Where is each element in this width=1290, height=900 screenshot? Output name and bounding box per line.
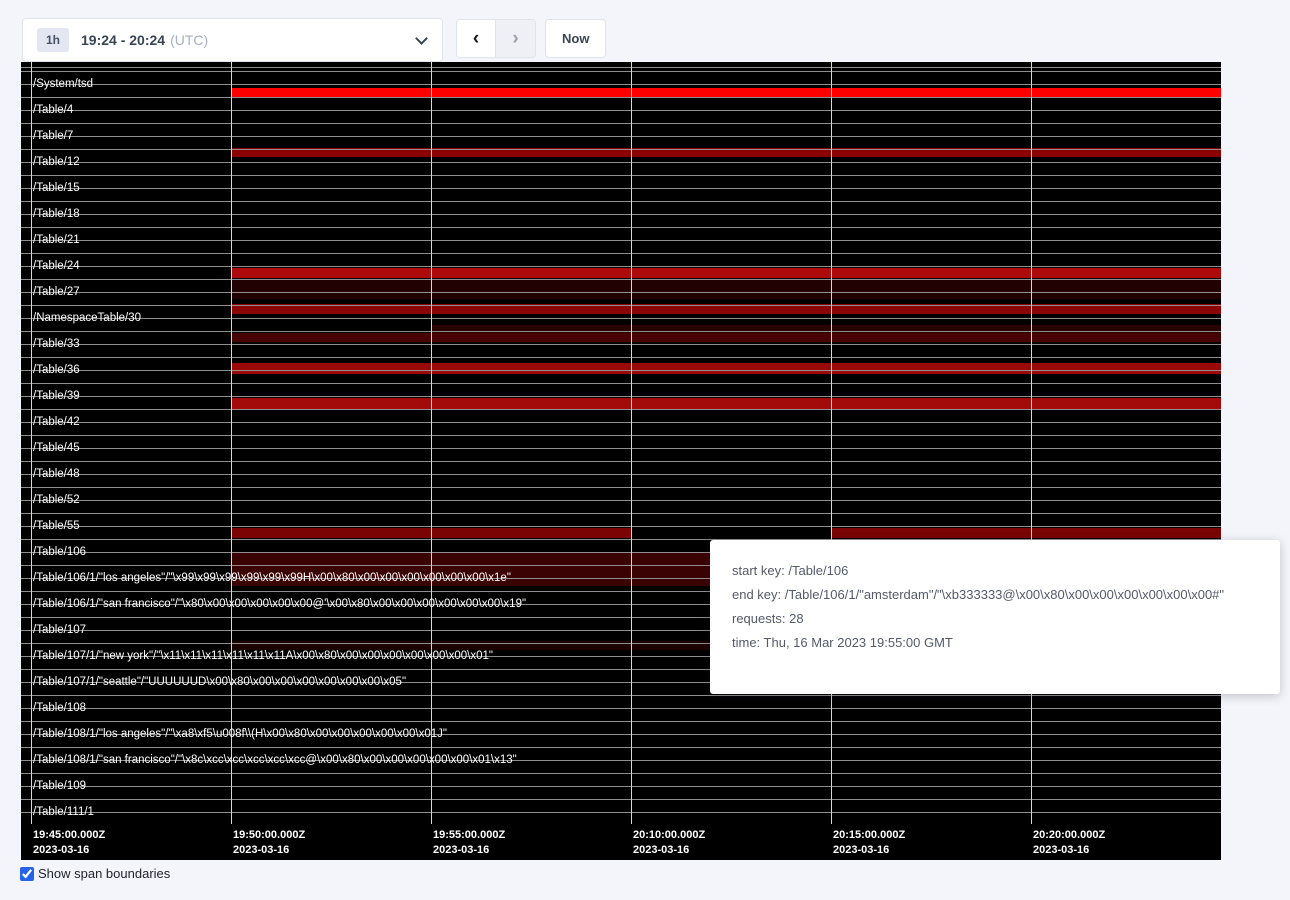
prev-time-button[interactable]: ‹ [457,20,496,57]
time-gridline [231,62,232,824]
hot-band [231,363,1221,374]
key-span-label: /Table/21 [33,233,80,247]
key-span-label: /Table/48 [33,467,80,481]
key-visualizer-heatmap[interactable]: /System/tsd/Table/4/Table/7/Table/12/Tab… [21,62,1221,860]
key-span-label: /Table/107/1/"seattle"/"UUUUUUD\x00\x80\… [33,675,406,689]
key-span-label: /NamespaceTable/30 [33,311,141,325]
tooltip-text-line: time: Thu, 16 Mar 2023 19:55:00 GMT [732,635,1258,650]
time-range-select[interactable]: 1h 19:24 - 20:24 (UTC) [22,18,443,62]
hot-band [231,333,1221,342]
key-span-label: /Table/106/1/"los angeles"/"\x99\x99\x99… [33,571,511,585]
key-span-label: /Table/4 [33,103,73,117]
key-span-label: /Table/107/1/"new york"/"\x11\x11\x11\x1… [33,649,493,663]
show-span-boundaries-checkbox[interactable] [20,867,34,881]
key-span-label: /Table/15 [33,181,80,195]
key-span-label: /Table/39 [33,389,80,403]
hot-band [231,268,1221,278]
time-gridline [631,62,632,824]
key-span-label: /Table/108/1/"san francisco"/"\x8c\xcc\x… [33,753,517,767]
hot-band [431,325,1221,333]
key-span-label: /Table/27 [33,285,80,299]
key-span-label: /Table/52 [33,493,80,507]
hot-band [831,528,1221,538]
now-button[interactable]: Now [545,19,606,58]
key-span-label: /Table/107 [33,623,86,637]
time-range-text: 19:24 - 20:24 [81,32,165,48]
hot-band [231,280,1221,299]
tooltip-text-line: requests: 28 [732,611,1258,626]
key-span-label: /System/tsd [33,77,93,91]
hot-band [231,304,1221,314]
key-span-label: /Table/55 [33,519,80,533]
chevron-down-icon [415,32,428,45]
time-gridline [31,62,32,824]
span-tooltip: start key: /Table/106 end key: /Table/106… [710,540,1280,694]
key-span-label: /Table/109 [33,779,86,793]
key-span-label: /Table/108/1/"los angeles"/"\xa8\xf5\u00… [33,727,447,741]
show-span-boundaries-label: Show span boundaries [38,866,170,881]
time-range-utc: (UTC) [170,32,208,48]
span-boundary-lines [21,62,1221,820]
time-tick-label: 20:20:00.000Z 2023-03-16 [1033,828,1105,858]
key-span-label: /Table/106/1/"san francisco"/"\x80\x00\x… [33,597,526,611]
time-tick-label: 19:45:00.000Z 2023-03-16 [33,828,105,858]
time-nav-group: ‹ › [456,19,536,58]
time-gridline [431,62,432,824]
key-span-label: /Table/12 [33,155,80,169]
time-range-badge: 1h [37,28,69,52]
tooltip-text-line: start key: /Table/106 [732,563,1258,578]
heatmap-plot[interactable] [21,62,1221,820]
hot-band [231,148,1221,157]
time-tick-label: 20:15:00.000Z 2023-03-16 [833,828,905,858]
show-span-boundaries-row[interactable]: Show span boundaries [20,866,170,881]
time-tick-label: 19:55:00.000Z 2023-03-16 [433,828,505,858]
key-span-label: /Table/33 [33,337,80,351]
time-gridline [1031,62,1032,824]
key-span-label: /Table/7 [33,129,73,143]
key-span-label: /Table/108 [33,701,86,715]
key-span-label: /Table/106 [33,545,86,559]
next-time-button[interactable]: › [496,20,535,57]
time-tick-label: 20:10:00.000Z 2023-03-16 [633,828,705,858]
key-span-label: /Table/24 [33,259,80,273]
key-span-label: /Table/45 [33,441,80,455]
key-span-label: /Table/36 [33,363,80,377]
tooltip-text-line: end key: /Table/106/1/"amsterdam"/"\xb33… [732,587,1258,602]
key-span-label: /Table/18 [33,207,80,221]
hot-band [231,88,1221,97]
time-tick-label: 19:50:00.000Z 2023-03-16 [233,828,305,858]
time-gridline [831,62,832,824]
hot-band [231,398,1221,410]
key-span-label: /Table/42 [33,415,80,429]
key-span-label: /Table/111/1 [33,805,94,819]
toolbar: 1h 19:24 - 20:24 (UTC) ‹ › Now [0,0,1290,62]
